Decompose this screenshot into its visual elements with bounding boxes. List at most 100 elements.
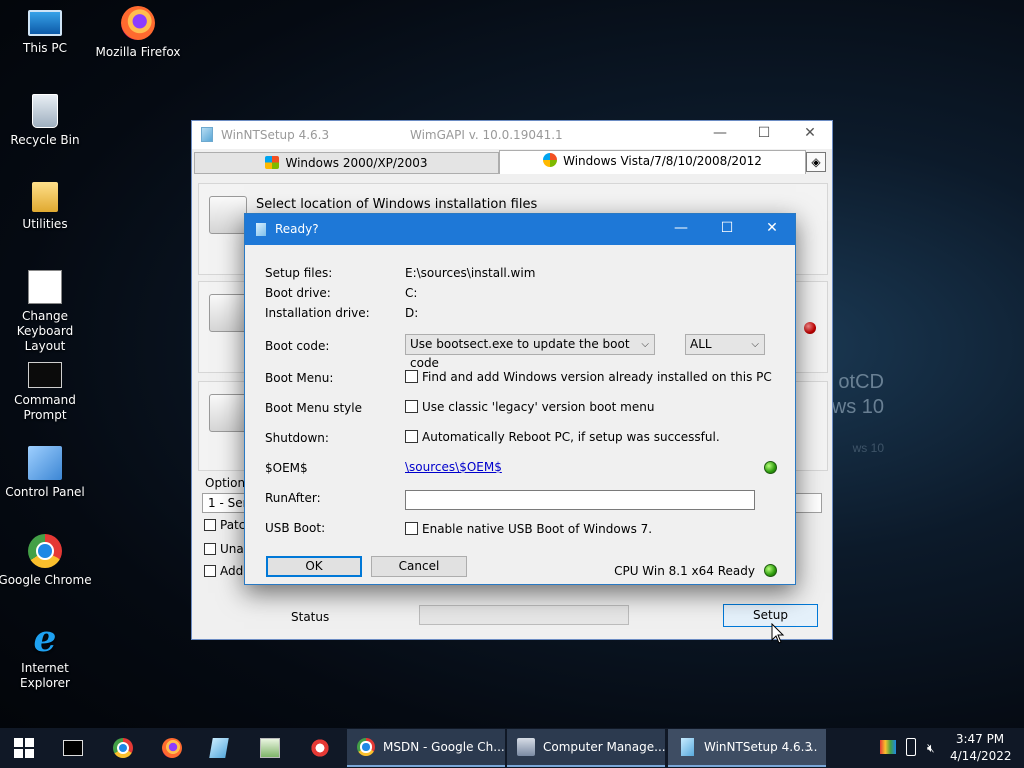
desktop-icon-control-panel[interactable]: Control Panel: [0, 446, 93, 500]
control-panel-icon: [28, 446, 62, 480]
task-computer-management[interactable]: Computer Manage...: [507, 729, 665, 767]
boot-target-select[interactable]: ALL ⌵: [685, 334, 765, 355]
desktop-icon-recycle-bin[interactable]: Recycle Bin: [0, 94, 93, 148]
checkbox-box[interactable]: [405, 522, 418, 535]
dialog-close-button[interactable]: ✕: [762, 220, 782, 236]
winntsetup-icon: [681, 738, 694, 756]
minimize-button[interactable]: —: [710, 125, 730, 141]
shutdown-label: Shutdown:: [265, 431, 329, 445]
desktop-icon-chrome[interactable]: Google Chrome: [0, 534, 93, 588]
runafter-label: RunAfter:: [265, 491, 321, 505]
boot-code-select[interactable]: Use bootsect.exe to update the boot code…: [405, 334, 655, 370]
auto-reboot-checkbox[interactable]: Automatically Reboot PC, if setup was su…: [405, 430, 720, 444]
ok-button[interactable]: OK: [266, 556, 362, 577]
install-files-icon: [209, 196, 247, 234]
boot-code-value: Use bootsect.exe to update the boot code: [410, 337, 630, 370]
installation-drive-value: D:: [405, 306, 419, 320]
checkbox-box[interactable]: [204, 519, 216, 531]
start-button[interactable]: [0, 728, 48, 768]
desktop-icon-firefox[interactable]: Mozilla Firefox: [90, 6, 186, 60]
desktop-icon-label: Google Chrome: [0, 573, 92, 587]
desktop-icon-label: Recycle Bin: [10, 133, 80, 147]
cancel-button[interactable]: Cancel: [371, 556, 467, 577]
checkbox-box[interactable]: [405, 430, 418, 443]
desktop-icon-label: Internet Explorer: [20, 661, 70, 690]
start-icon: [14, 738, 34, 758]
status-red-icon: [804, 322, 816, 334]
oem-label: $OEM$: [265, 461, 308, 475]
dialog-minimize-button[interactable]: —: [671, 220, 691, 236]
tools-icon[interactable]: ◈: [806, 152, 826, 172]
windows-vista-orb-icon: [543, 153, 558, 167]
taskbar-command-prompt[interactable]: [49, 728, 97, 768]
setup-files-value: E:\sources\install.wim: [405, 266, 536, 280]
taskbar-winntsetup-pinned[interactable]: [197, 728, 245, 768]
legacy-boot-menu-checkbox[interactable]: Use classic 'legacy' version boot menu: [405, 400, 654, 414]
checkbox-box[interactable]: [204, 565, 216, 577]
taskbar-firefox[interactable]: [148, 728, 196, 768]
taskbar-chrome[interactable]: [99, 728, 147, 768]
floppy-disk-icon: [209, 294, 247, 332]
task-winntsetup[interactable]: WinNTSetup 4.6.3 ...: [668, 729, 826, 767]
cpu-status: CPU Win 8.1 x64 Ready: [614, 564, 755, 578]
color-icon[interactable]: [880, 740, 896, 754]
folder-icon: [32, 182, 58, 212]
tab-label: Windows Vista/7/8/10/2008/2012: [563, 154, 762, 168]
usb-icon[interactable]: [906, 738, 916, 756]
dialog-maximize-button[interactable]: ☐: [717, 220, 737, 236]
checkbox-box[interactable]: [405, 400, 418, 413]
desktop-icon-label: Control Panel: [5, 485, 85, 499]
wimgapi-version: WimGAPI v. 10.0.19041.1: [410, 128, 563, 142]
taskbar-notepad[interactable]: [246, 728, 294, 768]
system-clock[interactable]: 3:47 PM 4/14/2022: [950, 731, 1012, 765]
taskbar: MSDN - Google Ch... Computer Manage... W…: [0, 728, 1024, 768]
dialog-title: Ready?: [275, 222, 319, 236]
chrome-icon: [357, 738, 375, 756]
mouse-cursor-icon: [771, 623, 785, 644]
checkbox-box[interactable]: [204, 543, 216, 555]
task-chrome-msdn[interactable]: MSDN - Google Ch...: [347, 729, 505, 767]
desktop-icon-internet-explorer[interactable]: e Internet Explorer: [0, 618, 93, 691]
add-drivers-checkbox[interactable]: Add: [204, 564, 243, 578]
desktop-icon-label: This PC: [23, 41, 67, 55]
desktop-icon-this-pc[interactable]: This PC: [0, 6, 93, 56]
desktop-icon-keyboard-layout[interactable]: Change Keyboard Layout: [0, 270, 93, 354]
internet-explorer-icon: e: [33, 618, 57, 660]
usb-boot-checkbox[interactable]: Enable native USB Boot of Windows 7.: [405, 522, 652, 536]
usb-boot-label: USB Boot:: [265, 521, 326, 535]
status-label: Status: [291, 610, 330, 624]
windows-xp-flag-icon: [265, 156, 280, 169]
boot-menu-style-label: Boot Menu style: [265, 401, 362, 415]
tab-windows-xp[interactable]: Windows 2000/XP/2003: [194, 152, 499, 174]
desktop-icon-utilities[interactable]: Utilities: [0, 182, 93, 232]
desktop-icon-label: Utilities: [22, 217, 68, 231]
runafter-input[interactable]: [405, 490, 755, 510]
desktop-icon-label: Mozilla Firefox: [95, 45, 181, 59]
tab-windows-vista-plus[interactable]: Windows Vista/7/8/10/2008/2012: [499, 150, 806, 174]
boot-target-value: ALL: [690, 337, 712, 351]
install-drive-icon: [209, 394, 247, 432]
oem-status-icon: [764, 461, 777, 474]
clock-date: 4/14/2022: [950, 749, 1012, 763]
unattended-checkbox[interactable]: Unat: [204, 542, 248, 556]
oem-folder-link[interactable]: \sources\$OEM$: [405, 460, 502, 474]
command-prompt-icon: [28, 362, 62, 388]
volume-muted-icon[interactable]: 🔇︎: [927, 739, 935, 768]
desktop-icon-label: Change Keyboard Layout: [16, 309, 74, 353]
wallpaper-text-1: otCD: [838, 371, 884, 393]
task-label: MSDN - Google Ch...: [383, 740, 505, 754]
checkbox-label: Add: [220, 564, 244, 578]
firefox-icon: [121, 6, 155, 40]
close-button[interactable]: ✕: [800, 125, 820, 141]
checkbox-label: Use classic 'legacy' version boot menu: [422, 400, 655, 414]
desktop-icon-command-prompt[interactable]: Command Prompt: [0, 358, 93, 423]
main-window-title: WinNTSetup 4.6.3: [221, 128, 330, 142]
find-windows-checkbox[interactable]: Find and add Windows version already ins…: [405, 370, 772, 384]
command-prompt-icon: [63, 740, 83, 756]
taskbar-snipping-tool[interactable]: [296, 728, 344, 768]
maximize-button[interactable]: ☐: [754, 125, 774, 141]
os-tabs: Windows 2000/XP/2003 Windows Vista/7/8/1…: [194, 150, 830, 174]
checkbox-label: Enable native USB Boot of Windows 7.: [422, 522, 653, 536]
checkbox-box[interactable]: [405, 370, 418, 383]
task-label: WinNTSetup 4.6.3: [704, 740, 813, 754]
